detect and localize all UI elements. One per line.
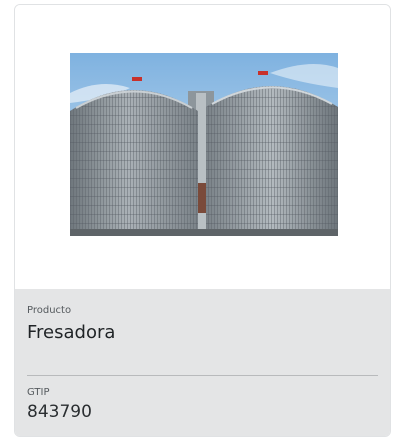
product-info-panel: Producto Fresadora GTIP 843790: [15, 289, 390, 436]
gtip-value: 843790: [27, 402, 92, 422]
product-label: Producto: [27, 305, 72, 316]
product-image-area: [15, 5, 390, 289]
divider: [27, 375, 378, 376]
product-card[interactable]: Producto Fresadora GTIP 843790: [14, 4, 391, 437]
product-image: [70, 53, 338, 236]
gtip-label: GTIP: [27, 387, 50, 398]
product-value: Fresadora: [27, 322, 116, 343]
